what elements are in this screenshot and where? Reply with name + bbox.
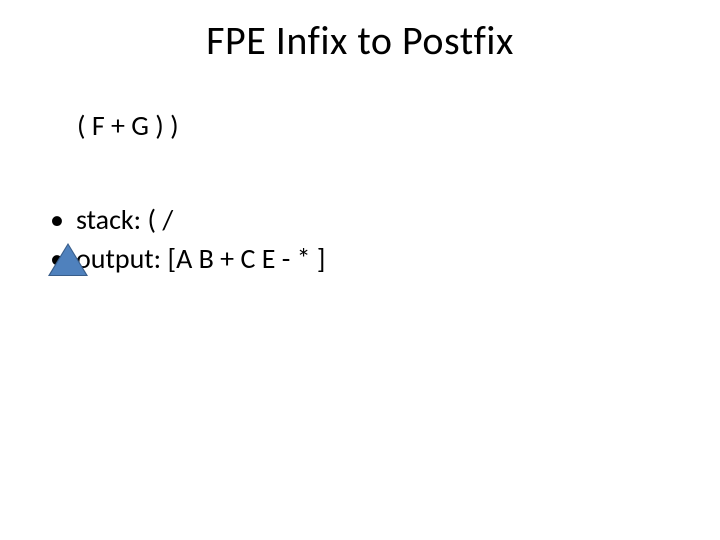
- list-item: output: [A B + C E - * ]: [44, 239, 680, 278]
- bullet-value: ( /: [148, 202, 174, 237]
- expression-text: ( F + G ) ): [77, 108, 179, 143]
- pointer-triangle-icon: [50, 245, 86, 275]
- bullet-label: output:: [76, 241, 161, 276]
- slide-title: FPE Infix to Postfix: [0, 16, 720, 65]
- slide: FPE Infix to Postfix ( F + G ) ) stack: …: [0, 0, 720, 540]
- list-item: stack: ( /: [44, 200, 680, 239]
- bullet-value: [A B + C E - * ]: [168, 241, 326, 276]
- bullet-label: stack:: [76, 202, 141, 237]
- bullet-list: stack: ( / output: [A B + C E - * ]: [44, 200, 680, 278]
